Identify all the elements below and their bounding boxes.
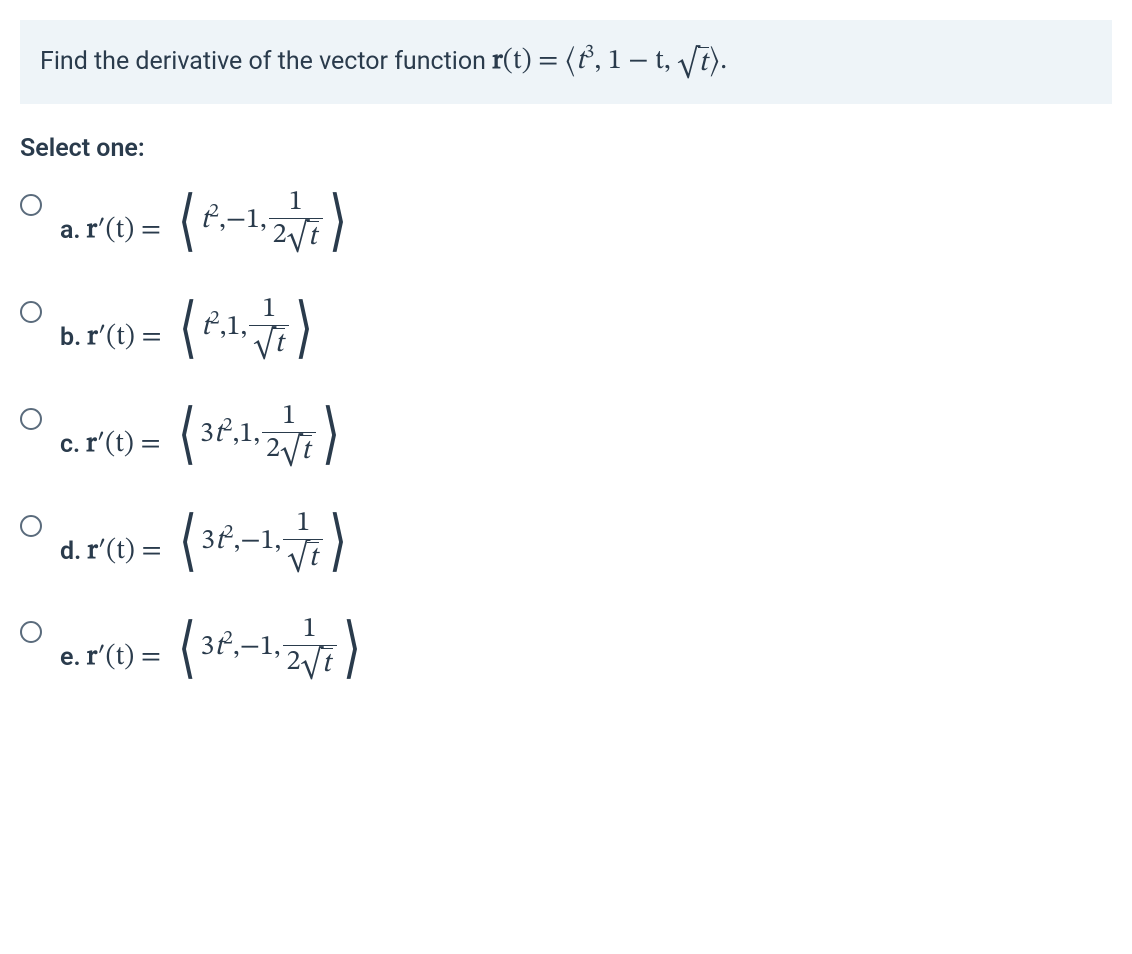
close-bracket-icon: ⟩ <box>295 311 313 345</box>
radio-b[interactable] <box>20 301 42 323</box>
option-vector: ⟨3t2, 1, 12√t⟩ <box>174 402 344 467</box>
option-b: b. r′(t) = ⟨t2, 1, 1√t⟩ <box>20 295 1112 360</box>
radio-c[interactable] <box>20 408 42 430</box>
option-label-a: a. r′(t) = ⟨t2, −1, 12√t⟩ <box>60 188 351 253</box>
option-label-b: b. r′(t) = ⟨t2, 1, 1√t⟩ <box>60 295 317 360</box>
open-bracket-icon: ⟨ <box>178 204 196 238</box>
fraction-denominator: 2√t <box>283 645 337 680</box>
open-bracket-icon: ⟨ <box>178 417 196 451</box>
option-term3-fraction: 12√t <box>262 402 316 467</box>
fraction-denominator: 2√t <box>262 432 316 467</box>
option-term1: 3t2 <box>200 417 232 452</box>
question-close-bracket: ⟩ <box>710 38 720 86</box>
option-term1: t2 <box>201 310 220 345</box>
option-letter: d. <box>60 537 81 566</box>
fraction-numerator: 1 <box>258 295 280 325</box>
radio-e[interactable] <box>20 621 42 643</box>
option-vector: ⟨t2, −1, 12√t⟩ <box>174 188 351 253</box>
option-lhs: r′(t) = <box>87 320 175 355</box>
question-func-r: r <box>492 47 503 75</box>
option-term3-fraction: 1√t <box>283 509 323 574</box>
option-term2: −1 <box>226 203 260 238</box>
question-term3-sqrt: √t <box>677 47 709 79</box>
option-label-d: d. r′(t) = ⟨3t2, −1, 1√t⟩ <box>60 509 352 574</box>
option-c: c. r′(t) = ⟨3t2, 1, 12√t⟩ <box>20 402 1112 467</box>
option-lhs: r′(t) = <box>87 640 175 675</box>
question-term1: t3 <box>576 47 595 75</box>
option-inner-terms: 3t2, −1, 12√t <box>200 615 338 680</box>
option-inner-terms: t2, −1, 12√t <box>200 188 324 253</box>
question-text: Find the derivative of the vector functi… <box>20 20 1112 104</box>
question-sep1: , <box>594 47 607 75</box>
fraction-numerator: 1 <box>278 402 300 432</box>
option-letter: e. <box>60 643 81 672</box>
option-lhs: r′(t) = <box>87 213 175 248</box>
option-inner-terms: 3t2, 1, 12√t <box>200 402 318 467</box>
option-inner-terms: 3t2, −1, 1√t <box>201 509 325 574</box>
close-bracket-icon: ⟩ <box>329 204 347 238</box>
question-term2: 1 − t <box>608 47 664 75</box>
option-e: e. r′(t) = ⟨3t2, −1, 12√t⟩ <box>20 615 1112 680</box>
fraction-numerator: 1 <box>292 509 314 539</box>
open-bracket-icon: ⟨ <box>179 524 197 558</box>
option-term3-fraction: 12√t <box>269 188 323 253</box>
fraction-denominator: 2√t <box>269 218 323 253</box>
option-a: a. r′(t) = ⟨t2, −1, 12√t⟩ <box>20 188 1112 253</box>
option-letter: a. <box>60 216 81 245</box>
close-bracket-icon: ⟩ <box>329 524 347 558</box>
option-term3-fraction: 1√t <box>249 295 289 360</box>
option-letter: c. <box>60 430 80 459</box>
close-bracket-icon: ⟩ <box>322 417 340 451</box>
option-lhs: r′(t) = <box>87 534 175 569</box>
option-term3-fraction: 12√t <box>283 615 337 680</box>
option-d: d. r′(t) = ⟨3t2, −1, 1√t⟩ <box>20 509 1112 574</box>
option-lhs: r′(t) = <box>86 427 174 462</box>
option-inner-terms: t2, 1, 1√t <box>201 295 291 360</box>
option-vector: ⟨t2, 1, 1√t⟩ <box>175 295 318 360</box>
option-term2: −1 <box>240 630 274 665</box>
fraction-numerator: 1 <box>285 188 307 218</box>
option-label-c: c. r′(t) = ⟨3t2, 1, 12√t⟩ <box>60 402 344 467</box>
fraction-numerator: 1 <box>299 615 321 645</box>
question-period: . <box>720 47 727 75</box>
fraction-denominator: √t <box>283 539 323 574</box>
open-bracket-icon: ⟨ <box>178 631 196 665</box>
open-bracket-icon: ⟨ <box>179 311 197 345</box>
question-sep2: , <box>664 47 677 75</box>
radio-a[interactable] <box>20 194 42 216</box>
question-func-arg: (t) = <box>503 47 565 75</box>
radio-d[interactable] <box>20 515 42 537</box>
option-label-e: e. r′(t) = ⟨3t2, −1, 12√t⟩ <box>60 615 365 680</box>
option-letter: b. <box>60 323 81 352</box>
options-group: a. r′(t) = ⟨t2, −1, 12√t⟩b. r′(t) = ⟨t2,… <box>20 188 1112 680</box>
question-prefix: Find the derivative of the vector functi… <box>40 47 492 76</box>
option-term2: 1 <box>239 417 253 452</box>
close-bracket-icon: ⟩ <box>342 631 360 665</box>
option-term2: −1 <box>240 524 274 559</box>
select-one-label: Select one: <box>20 134 1112 163</box>
option-term1: 3t2 <box>200 630 232 665</box>
option-term2: 1 <box>226 310 240 345</box>
fraction-denominator: √t <box>249 325 289 360</box>
option-vector: ⟨3t2, −1, 1√t⟩ <box>175 509 352 574</box>
option-vector: ⟨3t2, −1, 12√t⟩ <box>174 615 365 680</box>
question-open-bracket: ⟨ <box>565 38 575 86</box>
option-term1: t2 <box>200 203 219 238</box>
option-term1: 3t2 <box>201 524 233 559</box>
